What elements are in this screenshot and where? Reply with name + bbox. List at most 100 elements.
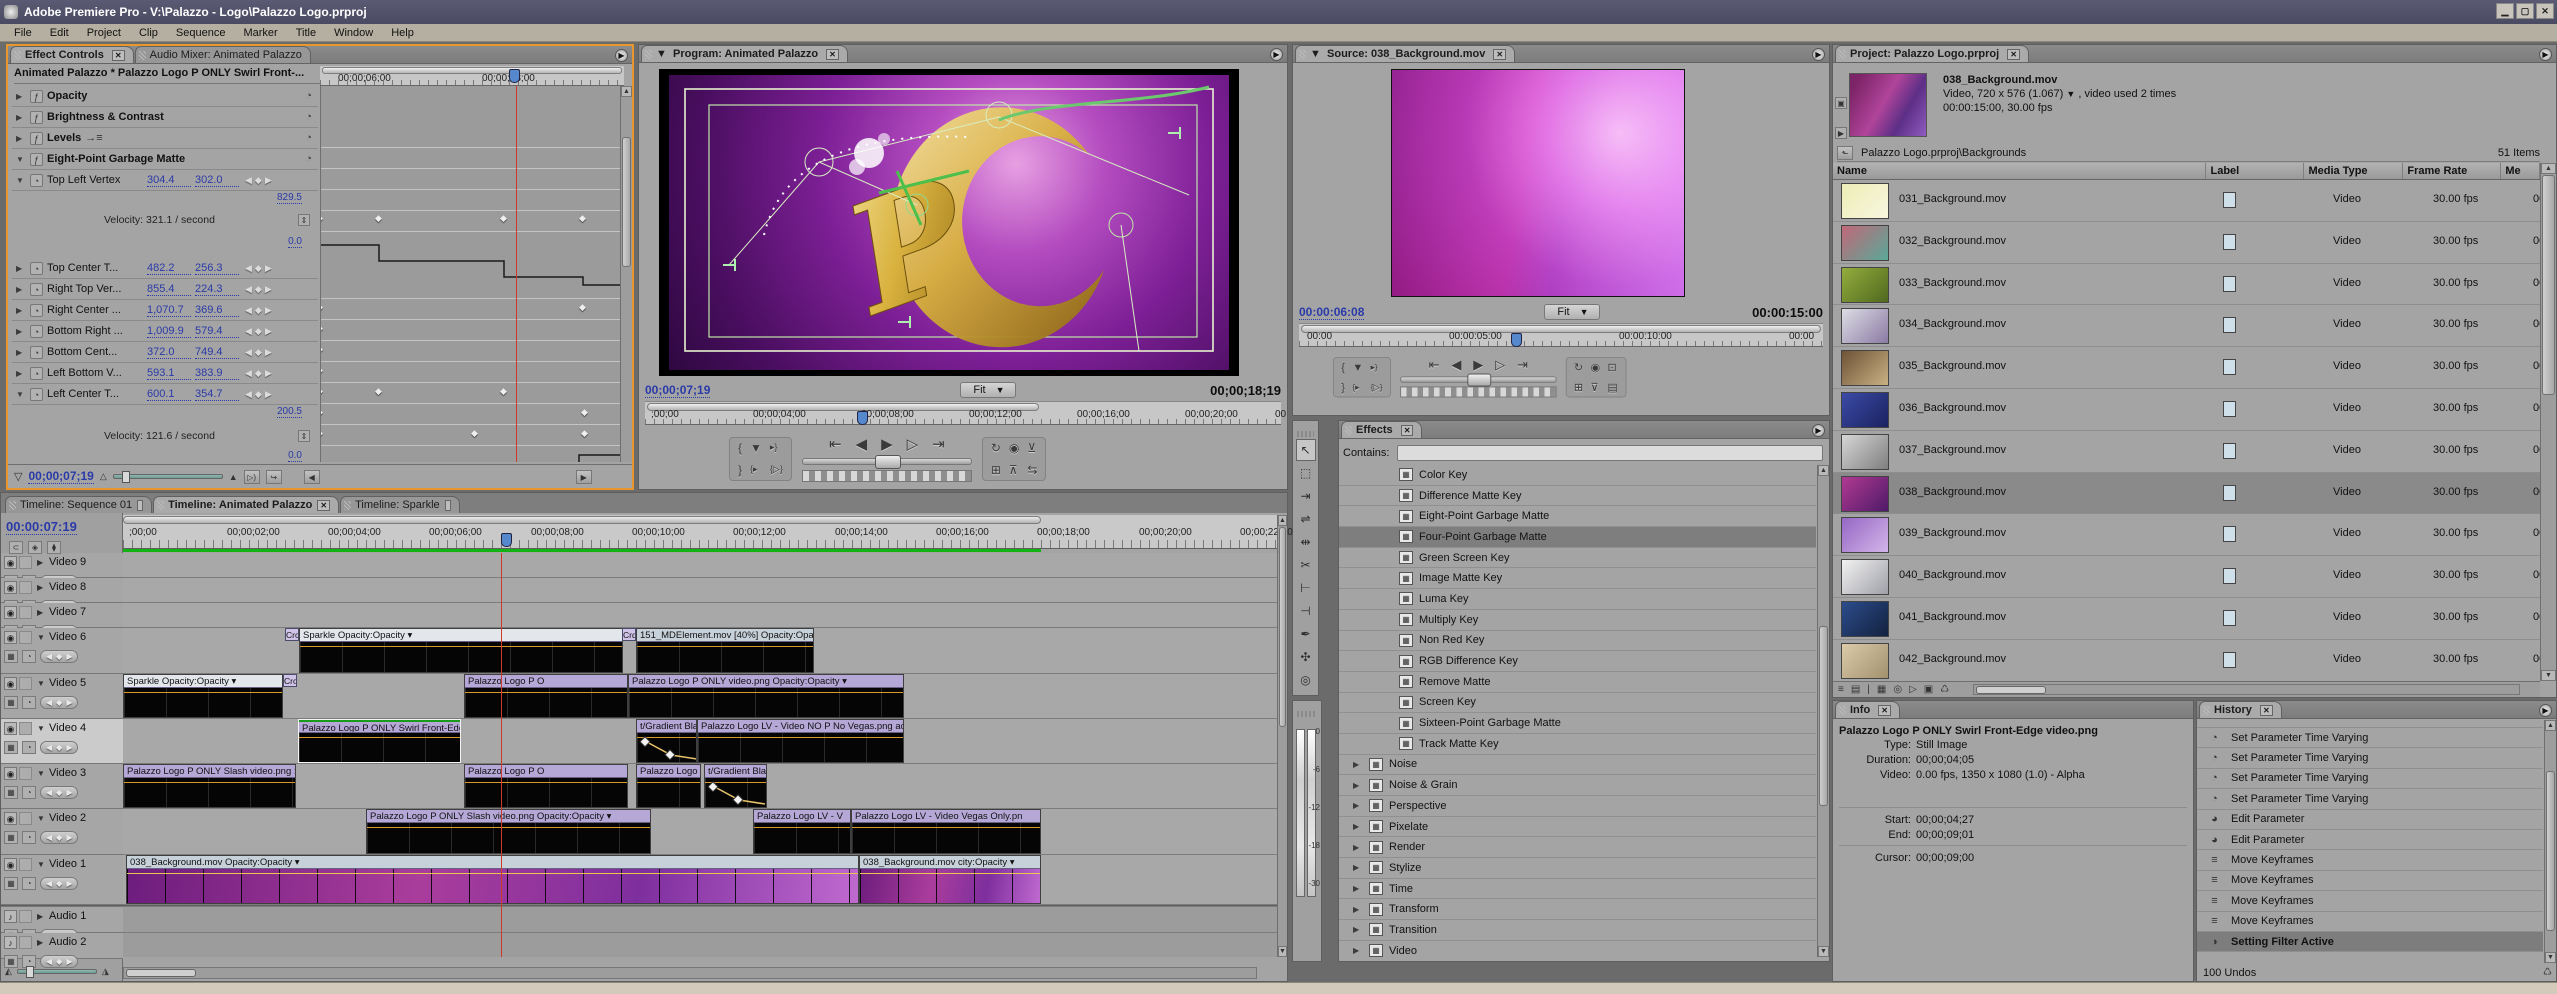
value-x[interactable]: 1,009.9 <box>147 325 191 338</box>
track-lock-icon[interactable] <box>19 858 32 871</box>
marker-button[interactable]: {▷} <box>1371 382 1383 392</box>
twirl-icon[interactable]: ▼ <box>16 155 26 164</box>
tab-program[interactable]: ▼ Program: Animated Palazzo ✕ <box>641 45 848 62</box>
loop-icon[interactable]: ↪ <box>266 470 282 484</box>
timeline-clip[interactable]: Sparkle Opacity:Opacity ▾ <box>123 674 283 718</box>
track-output-icon[interactable]: ◉ <box>4 556 17 569</box>
stopwatch-icon[interactable]: ◔ <box>30 388 43 401</box>
vertex-row[interactable]: ▶ ◔ Bottom Right ... 1,009.9 579.4 ◀◆▶ <box>12 321 318 342</box>
project-toolbar-icon[interactable]: ◎ <box>1893 684 1902 695</box>
track-lock-icon[interactable] <box>19 812 32 825</box>
keyframe-nav[interactable]: ◀◆▶ <box>40 877 78 890</box>
label-checkbox[interactable] <box>2223 234 2236 250</box>
twirl-icon[interactable]: ▶ <box>1353 905 1363 914</box>
twirl-icon[interactable]: ▶ <box>16 113 26 122</box>
effect-enable-icon[interactable]: ƒ <box>30 90 43 103</box>
program-current-timecode[interactable]: 00;00;07;19 <box>645 383 710 398</box>
track-name[interactable]: Video 3 <box>49 767 86 779</box>
timeline-vscrollbar[interactable]: ▲ ▼ <box>1277 515 1287 957</box>
monitor-option-button[interactable]: ◉ <box>1591 361 1601 374</box>
play-audio-icon[interactable]: ▷) <box>244 470 260 484</box>
show-keyframes-icon[interactable]: ◔ <box>22 786 36 799</box>
effect-row[interactable]: ▶ ƒ Opacity ◔ <box>12 86 318 107</box>
effects-list-item[interactable]: ▦ Remove Matte <box>1339 672 1816 693</box>
transition-clip[interactable]: Cro <box>283 674 297 687</box>
effects-list-item[interactable]: ▦ Track Matte Key <box>1339 734 1816 755</box>
tab-history[interactable]: History ✕ <box>2199 701 2282 718</box>
twirl-icon[interactable]: ▶ <box>1353 843 1363 852</box>
keyframe-icon[interactable]: ◆ <box>320 345 325 354</box>
track-output-icon[interactable]: ◉ <box>4 581 17 594</box>
transport-button[interactable]: ▷ <box>907 435 919 453</box>
stopwatch-icon[interactable]: ◔ <box>305 90 312 102</box>
panel-menu-icon[interactable]: ▶ <box>1270 48 1283 61</box>
tab-effect-controls[interactable]: Effect Controls ✕ <box>10 46 134 63</box>
tool-button[interactable]: ⇌ <box>1296 508 1316 530</box>
value-x[interactable]: 482.2 <box>147 262 191 275</box>
project-item-row[interactable]: 032_Background.mov Video 30.00 fps 00:0 <box>1833 222 2540 264</box>
show-keyframes-icon[interactable]: ◔ <box>22 831 36 844</box>
vertex-row[interactable]: ▶ ◔ Right Top Ver... 855.4 224.3 ◀◆▶ <box>12 279 318 300</box>
value-x[interactable]: 855.4 <box>147 283 191 296</box>
twirl-icon[interactable]: ▶ <box>37 583 43 592</box>
effect-row[interactable]: ▶ ƒ Levels →≡ ◔ <box>12 128 318 149</box>
timeline-clip[interactable]: Sparkle Opacity:Opacity ▾ <box>299 628 623 673</box>
timeline-clip[interactable]: 038_Background.mov city:Opacity ▾ <box>859 855 1041 904</box>
project-toolbar-icon[interactable]: ▣ <box>1924 684 1933 695</box>
vertex-row-top-left[interactable]: ▼ ◔ Top Left Vertex 304.4 302.0 ◀◆▶ <box>12 170 318 191</box>
zoom-in-icon[interactable]: ▲ <box>229 472 238 482</box>
effects-list-item[interactable]: ▦ Screen Key <box>1339 693 1816 714</box>
column-header[interactable]: Label <box>2206 163 2304 179</box>
label-checkbox[interactable] <box>2223 526 2236 542</box>
marker-button[interactable]: ▼ <box>1352 361 1363 374</box>
track-header[interactable]: ◉ ▼ Video 2 ▦ ◔ ◀◆▶ <box>1 809 123 855</box>
jog-disk[interactable] <box>1400 386 1556 397</box>
history-item[interactable]: ≡ Move Keyframes <box>2197 912 2543 932</box>
history-scrollbar[interactable]: ▲ ▼ <box>2544 720 2556 963</box>
vertex-row-left-center[interactable]: ▼ ◔ Left Center T... 600.1 354.7 ◀◆▶ <box>12 384 318 405</box>
timeline-zoom-slider[interactable] <box>17 969 97 974</box>
effects-list-item[interactable]: ▶ ▦ Render <box>1339 837 1816 858</box>
project-item-row[interactable]: 037_Background.mov Video 30.00 fps 00:0 <box>1833 431 2540 473</box>
twirl-icon[interactable]: ▶ <box>1353 925 1363 934</box>
monitor-option-button[interactable]: ⊼ <box>1009 463 1019 477</box>
tool-button[interactable]: ✂ <box>1296 554 1316 576</box>
monitor-option-button[interactable]: ↻ <box>991 441 1001 455</box>
project-item-row[interactable]: 035_Background.mov Video 30.00 fps 00:0 <box>1833 347 2540 389</box>
tab-close-icon[interactable]: ✕ <box>1401 425 1414 436</box>
stopwatch-icon[interactable]: ◔ <box>30 346 43 359</box>
tab-close-icon[interactable]: ✕ <box>826 49 839 60</box>
column-header[interactable]: Media Type <box>2304 163 2403 179</box>
menu-item[interactable]: File <box>6 26 40 40</box>
tool-button[interactable]: ↖ <box>1296 439 1316 461</box>
timeline-clip[interactable]: 151_MDElement.mov [40%] Opacity:Opacity … <box>636 628 814 673</box>
effects-search-input[interactable] <box>1397 445 1823 461</box>
value-y[interactable]: 256.3 <box>195 262 239 275</box>
program-playhead[interactable] <box>857 411 868 425</box>
label-checkbox[interactable] <box>2223 610 2236 626</box>
timeline-hscrollbar[interactable] <box>123 967 1257 979</box>
timeline-tab[interactable]: Timeline: Sequence 01 <box>5 496 152 513</box>
value-x[interactable]: 1,070.7 <box>147 304 191 317</box>
twirl-icon[interactable]: ▶ <box>16 327 26 336</box>
source-current-timecode[interactable]: 00:00:06:08 <box>1299 305 1364 320</box>
keyframe-nav[interactable]: ◀◆▶ <box>40 741 78 754</box>
track-lock-icon[interactable] <box>19 631 32 644</box>
vertex-row[interactable]: ▶ ◔ Right Center ... 1,070.7 369.6 ◀◆▶ <box>12 300 318 321</box>
value-x[interactable]: 600.1 <box>147 388 191 401</box>
display-style-icon[interactable]: ▦ <box>4 650 18 663</box>
twirl-icon[interactable]: ▶ <box>16 285 26 294</box>
track-name[interactable]: Audio 2 <box>49 936 86 948</box>
stopwatch-icon[interactable]: ◔ <box>305 153 312 165</box>
tab-close-icon[interactable] <box>445 500 451 511</box>
track-output-icon[interactable]: ◉ <box>4 858 17 871</box>
track-name[interactable]: Video 9 <box>49 556 86 568</box>
timeline-tab[interactable]: Timeline: Sparkle <box>340 496 460 513</box>
track-output-icon[interactable]: ◉ <box>4 677 17 690</box>
track-header[interactable]: ◉ ▼ Video 6 ▦ ◔ ◀◆▶ <box>1 628 123 674</box>
bin-breadcrumb[interactable]: Palazzo Logo.prproj\Backgrounds <box>1861 147 2026 159</box>
transition-clip[interactable]: Cro <box>285 628 299 641</box>
timeline-tool-icon[interactable]: ⧫ <box>47 541 61 554</box>
track-name[interactable]: Video 4 <box>49 722 86 734</box>
track-output-icon[interactable]: ◉ <box>4 722 17 735</box>
